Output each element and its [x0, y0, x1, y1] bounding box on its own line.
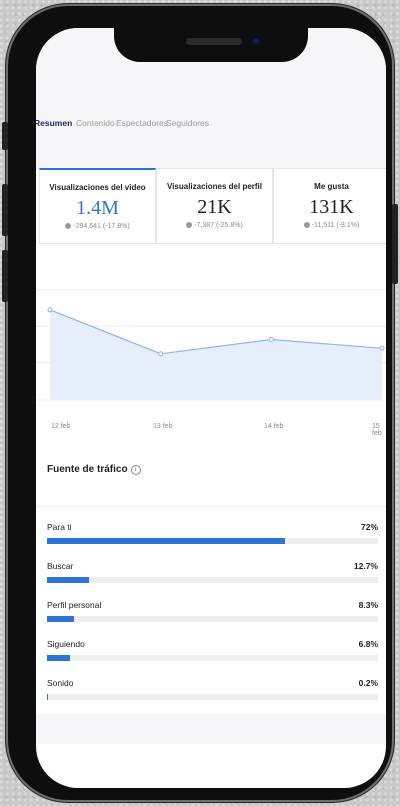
trend-down-icon [186, 222, 193, 228]
traffic-source-panel: Fuente de tráfico i Para ti 72% Buscar 12.7%… [36, 444, 386, 714]
traffic-row: Sonido 0.2% [47, 678, 378, 718]
chart-point[interactable] [47, 307, 53, 313]
traffic-bar-fill [47, 655, 70, 661]
traffic-row: Para ti 72% [47, 522, 378, 562]
spacer-band [36, 144, 386, 168]
traffic-value: 72% [360, 522, 378, 532]
stat-change: -294,641 (-17.8%) [40, 223, 155, 230]
stats-row: Visualizaciones del video 1.4M -294,641 … [36, 168, 386, 244]
stat-label: Me gusta [314, 182, 349, 191]
traffic-value: 8.3% [358, 600, 378, 610]
chart-point[interactable] [158, 351, 164, 357]
traffic-label: Siguiendo [47, 639, 85, 649]
info-icon[interactable]: i [130, 465, 141, 475]
chart-point[interactable] [268, 337, 274, 342]
views-chart: 12 feb 13 feb 14 feb 15 feb [36, 260, 386, 450]
front-camera [250, 35, 262, 47]
notch [114, 26, 308, 62]
traffic-value: 0.2% [358, 678, 378, 688]
traffic-row: Buscar 12.7% [47, 561, 378, 601]
mute-switch [2, 122, 8, 150]
stat-value: 1.4M [76, 197, 119, 219]
traffic-row: Perfil personal 8.3% [47, 600, 378, 640]
trend-down-icon [303, 222, 310, 228]
x-tick-label: 13 feb [153, 423, 173, 430]
traffic-bar-track [47, 655, 378, 661]
volume-up-button [2, 184, 8, 236]
traffic-value: 6.8% [358, 639, 378, 649]
tab-bar: Resumen Contenido Espectadores Seguidore… [36, 104, 386, 145]
screen: Resumen Contenido Espectadores Seguidore… [36, 28, 386, 788]
stat-value: 131K [309, 196, 354, 218]
traffic-value: 12.7% [353, 561, 378, 571]
traffic-bar-track [47, 694, 378, 700]
tab-contenido[interactable]: Contenido [76, 118, 115, 128]
footer-band [36, 714, 386, 744]
traffic-title: Fuente de tráfico i [47, 464, 141, 475]
stat-value: 21K [197, 196, 232, 218]
x-tick-label: 12 feb [51, 423, 71, 430]
stat-card-likes[interactable]: Me gusta 131K -11,511 (-8.1%) [273, 168, 386, 244]
stat-card-profile-views[interactable]: Visualizaciones del perfil 21K -7,387 (-… [156, 168, 273, 244]
stat-change: -7,387 (-25.8%) [157, 222, 272, 229]
traffic-bar-track [47, 616, 378, 622]
traffic-bar-fill [47, 616, 75, 622]
x-tick-label: 14 feb [264, 423, 284, 430]
traffic-label: Para ti [47, 522, 72, 532]
volume-down-button [2, 250, 8, 302]
phone-frame: Resumen Contenido Espectadores Seguidore… [2, 4, 398, 802]
chart-point[interactable] [379, 345, 385, 351]
stat-label: Visualizaciones del perfil [167, 182, 262, 191]
traffic-row: Siguiendo 6.8% [47, 639, 378, 679]
speaker-grille [186, 38, 242, 45]
tab-espectadores[interactable]: Espectadores [116, 118, 168, 128]
trend-down-icon [65, 223, 72, 229]
stat-label: Visualizaciones del video [49, 183, 146, 192]
traffic-bar-track [47, 538, 378, 544]
stat-card-video-views[interactable]: Visualizaciones del video 1.4M -294,641 … [39, 168, 156, 244]
traffic-label: Perfil personal [47, 600, 102, 610]
tab-resumen[interactable]: Resumen [36, 118, 72, 128]
traffic-label: Sonido [47, 678, 74, 688]
x-tick-label: 15 feb [372, 423, 382, 437]
traffic-bar-fill [47, 538, 286, 544]
power-button [392, 204, 398, 284]
traffic-bar-track [47, 577, 378, 583]
chart-area [50, 309, 382, 400]
tab-seguidores[interactable]: Seguidores [166, 118, 209, 128]
traffic-bar-fill [47, 577, 90, 583]
stat-change: -11,511 (-8.1%) [274, 222, 386, 229]
traffic-label: Buscar [47, 561, 74, 571]
divider [36, 506, 386, 507]
traffic-bar-fill [47, 694, 48, 700]
views-chart-svg [36, 289, 386, 401]
